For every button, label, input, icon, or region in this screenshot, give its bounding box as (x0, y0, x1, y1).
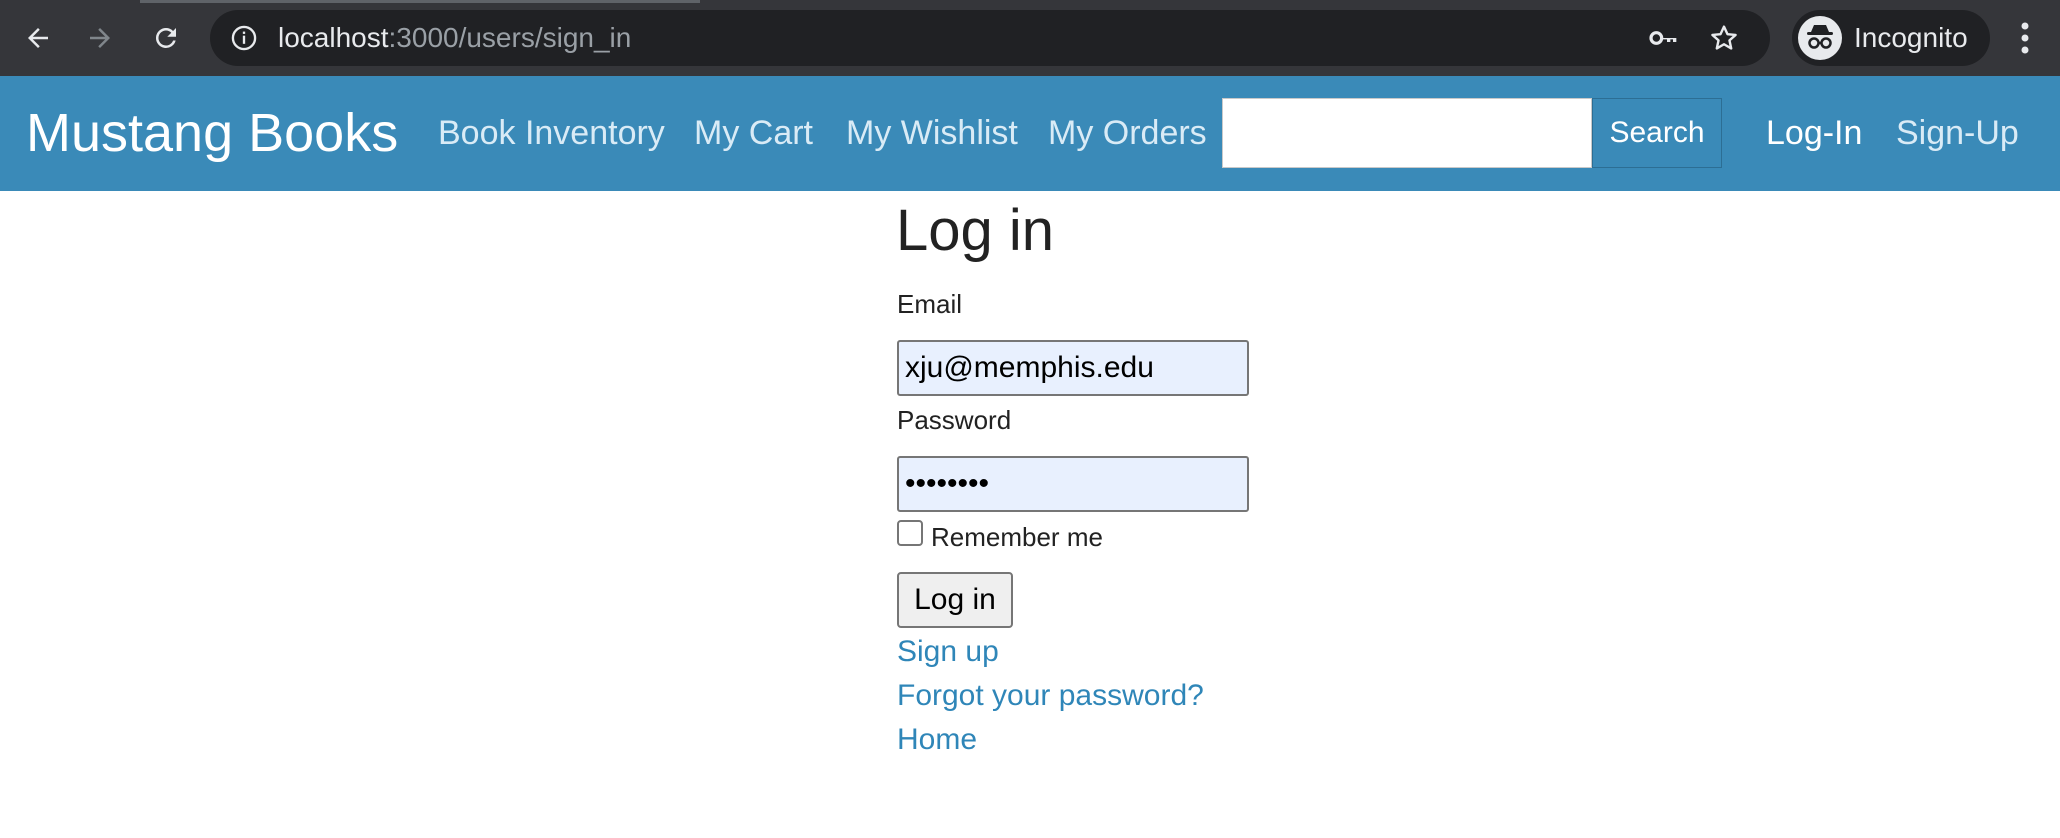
nav-book-inventory[interactable]: Book Inventory (438, 76, 665, 191)
email-label: Email (897, 289, 963, 319)
arrow-right-icon (90, 28, 110, 48)
forward-button[interactable] (76, 14, 124, 62)
incognito-profile-button[interactable]: Incognito (1792, 10, 1990, 66)
password-field[interactable] (897, 456, 1249, 512)
url-path: :3000/users/sign_in (388, 22, 632, 53)
address-bar[interactable]: localhost:3000/users/sign_in (210, 10, 1770, 66)
nav-my-cart[interactable]: My Cart (694, 76, 813, 191)
password-label: Password (897, 405, 1012, 435)
incognito-icon (1798, 16, 1842, 60)
url-text[interactable]: localhost:3000/users/sign_in (278, 10, 631, 66)
url-host: localhost (278, 22, 389, 53)
star-icon[interactable] (1708, 22, 1740, 54)
reload-button[interactable] (142, 14, 190, 62)
log-in-button[interactable]: Log in (897, 572, 1013, 628)
active-tab-indicator (140, 0, 700, 3)
forgot-password-link[interactable]: Forgot your password? (897, 676, 1204, 716)
brand-logo[interactable]: Mustang Books (26, 76, 398, 191)
incognito-label: Incognito (1854, 22, 1968, 53)
info-icon[interactable] (230, 24, 258, 52)
search-input[interactable] (1222, 98, 1592, 168)
nav-my-orders[interactable]: My Orders (1048, 76, 1207, 191)
nav-sign-up[interactable]: Sign-Up (1896, 76, 2019, 191)
sign-up-link[interactable]: Sign up (897, 632, 999, 672)
remember-me-label[interactable]: Remember me (931, 520, 1103, 554)
nav-log-in[interactable]: Log-In (1766, 76, 1862, 191)
home-link[interactable]: Home (897, 720, 977, 760)
nav-my-wishlist[interactable]: My Wishlist (846, 76, 1018, 191)
reload-icon (155, 27, 176, 48)
key-icon[interactable] (1646, 22, 1680, 54)
remember-me-checkbox[interactable] (897, 520, 923, 546)
browser-toolbar: localhost:3000/users/sign_in Incognito (0, 0, 2060, 76)
arrow-left-icon (28, 28, 48, 48)
site-navbar: Mustang Books Book Inventory My Cart My … (0, 76, 2060, 191)
back-button[interactable] (14, 14, 62, 62)
page-title: Log in (896, 198, 1055, 263)
email-field[interactable] (897, 340, 1249, 396)
search-button[interactable]: Search (1592, 98, 1722, 168)
kebab-menu-icon[interactable] (2010, 16, 2040, 60)
